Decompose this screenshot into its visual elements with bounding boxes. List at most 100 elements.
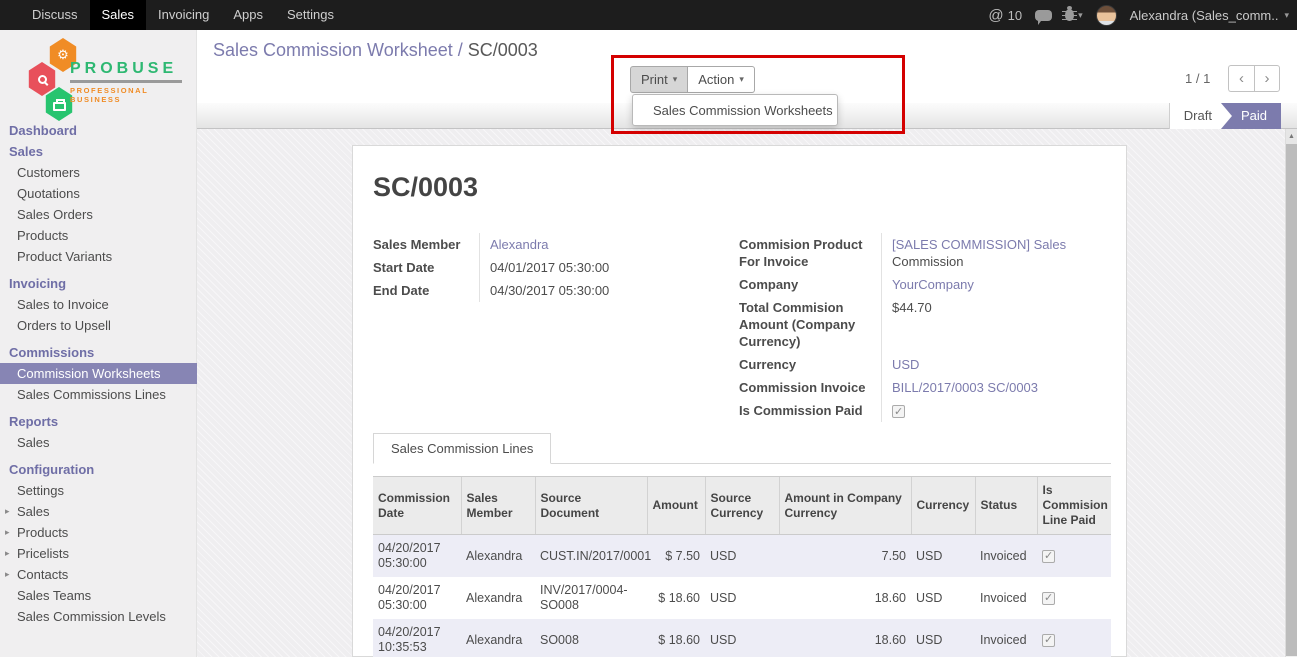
field-value-company[interactable]: YourCompany [892,277,974,292]
col-is-commission-line-paid[interactable]: Is Commision Line Paid [1037,477,1111,535]
cell-line-paid [1037,619,1111,657]
chevron-left-icon: ‹ [1239,70,1244,87]
sidebar-item-sales-teams[interactable]: Sales Teams [0,585,197,606]
is-commission-paid-checkbox[interactable] [892,405,905,418]
cell-amount-company-currency: 7.50 [779,535,911,578]
col-source-document[interactable]: Source Document [535,477,647,535]
expand-arrow-icon[interactable]: ▸ [5,564,10,585]
sidebar-section-sales[interactable]: Sales [0,141,197,162]
pager-next-button[interactable]: › [1254,65,1280,92]
breadcrumb-parent-link[interactable]: Sales Commission Worksheet [213,40,453,60]
probuse-logo: ⚙ PROBUSE PROFESSIONAL BUSINESS [22,38,182,118]
table-row[interactable]: 04/20/2017 10:35:53 Alexandra SO008 $ 18… [373,619,1111,657]
cell-line-paid [1037,535,1111,578]
tab-sales-commission-lines[interactable]: Sales Commission Lines [373,433,551,464]
logo-title: PROBUSE [70,60,182,83]
table-row[interactable]: 04/20/2017 05:30:00 Alexandra CUST.IN/20… [373,535,1111,578]
sidebar-section-commissions[interactable]: Commissions [0,342,197,363]
cell-status: Invoiced [975,619,1037,657]
logo-subtitle: PROFESSIONAL BUSINESS [70,86,182,104]
cell-amount: $ 18.60 [647,577,705,619]
cell-currency: USD [911,577,975,619]
scrollbar-thumb[interactable] [1286,144,1297,656]
col-commission-date[interactable]: Commission Date [373,477,461,535]
expand-arrow-icon[interactable]: ▸ [5,501,10,522]
menu-settings[interactable]: Settings [275,0,346,30]
caret-down-icon: ▾ [739,67,744,92]
menu-invoicing[interactable]: Invoicing [146,0,221,30]
cell-sales-member: Alexandra [461,619,535,657]
sidebar-item-sales-commission-levels[interactable]: Sales Commission Levels [0,606,197,627]
pager-previous-button[interactable]: ‹ [1228,65,1254,92]
print-button-label: Print [641,67,668,92]
col-sales-member[interactable]: Sales Member [461,477,535,535]
col-amount[interactable]: Amount [647,477,705,535]
cell-amount-company-currency: 18.60 [779,619,911,657]
sidebar-item-config-sales[interactable]: ▸Sales [0,501,197,522]
print-button[interactable]: Print ▾ [630,66,688,93]
field-value-currency[interactable]: USD [892,357,919,372]
dropdown-item-sales-commission-worksheets[interactable]: Sales Commission Worksheets [633,103,833,118]
action-button-group: Print ▾ Action ▾ [630,66,755,93]
col-status[interactable]: Status [975,477,1037,535]
sidebar-item-settings[interactable]: Settings [0,480,197,501]
action-button[interactable]: Action ▾ [688,66,755,93]
cell-source-document: INV/2017/0004-SO008 [535,577,647,619]
line-paid-checkbox[interactable] [1042,550,1055,563]
sidebar-item-product-variants[interactable]: Product Variants [0,246,197,267]
sidebar-section-invoicing[interactable]: Invoicing [0,273,197,294]
breadcrumb: Sales Commission Worksheet/SC/0003 [213,40,538,61]
field-label-currency: Currency [739,353,881,376]
sidebar-item-commission-worksheets[interactable]: Commission Worksheets [0,363,197,384]
notebook: Sales Commission Lines Commission Date S… [373,433,1111,657]
field-value-commission-product[interactable]: [SALES COMMISSION] Sales [892,237,1066,252]
vertical-scrollbar[interactable]: ▲ [1285,129,1297,657]
mentions-counter[interactable]: @ 10 [988,7,1022,24]
line-paid-checkbox[interactable] [1042,634,1055,647]
table-header-row: Commission Date Sales Member Source Docu… [373,477,1111,535]
field-label-start-date: Start Date [373,256,479,279]
sidebar-item-orders-to-upsell[interactable]: Orders to Upsell [0,315,197,336]
app-window: Discuss Sales Invoicing Apps Settings @ … [0,0,1297,657]
chat-icon[interactable] [1035,10,1052,21]
line-paid-checkbox[interactable] [1042,592,1055,605]
menu-apps[interactable]: Apps [221,0,275,30]
sidebar-item-products[interactable]: Products [0,225,197,246]
sidebar-item-dashboard[interactable]: Dashboard [0,120,197,141]
sidebar-item-sales-orders[interactable]: Sales Orders [0,204,197,225]
debug-menu[interactable]: ▾ [1065,9,1083,21]
menu-sales[interactable]: Sales [90,0,147,30]
col-currency[interactable]: Currency [911,477,975,535]
cell-currency: USD [911,619,975,657]
cell-amount-company-currency: 18.60 [779,577,911,619]
user-name-label: Alexandra (Sales_comm.. [1130,8,1279,23]
sidebar-item-config-products[interactable]: ▸Products [0,522,197,543]
user-avatar[interactable] [1096,5,1117,26]
cell-source-currency: USD [705,619,779,657]
col-source-currency[interactable]: Source Currency [705,477,779,535]
scrollbar-up-arrow[interactable]: ▲ [1286,129,1297,144]
field-value-sales-member[interactable]: Alexandra [490,237,549,252]
sidebar-section-reports[interactable]: Reports [0,411,197,432]
sidebar-item-contacts[interactable]: ▸Contacts [0,564,197,585]
breadcrumb-current: SC/0003 [468,40,538,60]
status-draft[interactable]: Draft [1169,103,1232,129]
sidebar-item-reports-sales[interactable]: Sales [0,432,197,453]
field-label-commission-product: Commision Product For Invoice [739,233,881,273]
field-value-commission-invoice[interactable]: BILL/2017/0003 SC/0003 [892,380,1038,395]
user-menu[interactable]: Alexandra (Sales_comm.. ▾ [1130,8,1289,23]
menu-discuss[interactable]: Discuss [20,0,90,30]
sidebar-section-configuration[interactable]: Configuration [0,459,197,480]
sidebar-item-sales-to-invoice[interactable]: Sales to Invoice [0,294,197,315]
cell-source-document: CUST.IN/2017/0001 [535,535,647,578]
expand-arrow-icon[interactable]: ▸ [5,522,10,543]
sidebar-item-quotations[interactable]: Quotations [0,183,197,204]
col-amount-company-currency[interactable]: Amount in Company Currency [779,477,911,535]
pager-buttons: ‹ › [1228,65,1280,92]
field-label-sales-member: Sales Member [373,233,479,256]
sidebar-item-pricelists[interactable]: ▸Pricelists [0,543,197,564]
sidebar-item-sales-commissions-lines[interactable]: Sales Commissions Lines [0,384,197,405]
table-row[interactable]: 04/20/2017 05:30:00 Alexandra INV/2017/0… [373,577,1111,619]
expand-arrow-icon[interactable]: ▸ [5,543,10,564]
sidebar-item-customers[interactable]: Customers [0,162,197,183]
